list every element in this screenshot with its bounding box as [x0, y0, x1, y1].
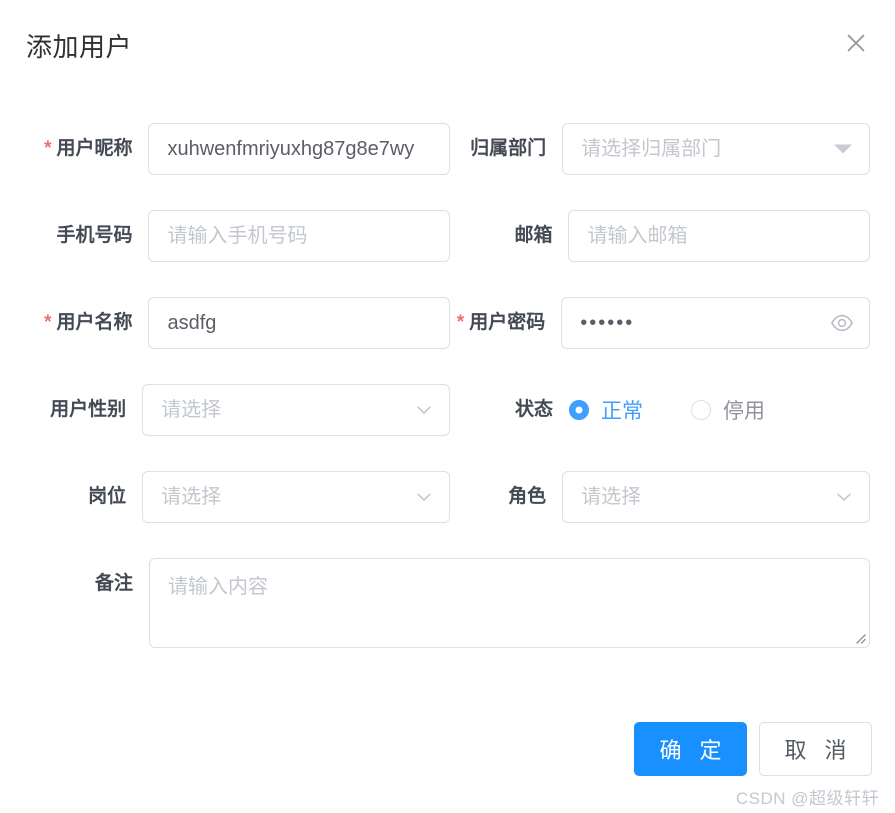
dialog-footer: 确 定 取 消 CSDN @超级轩轩: [0, 710, 895, 813]
field-label-role: 角色: [508, 486, 547, 507]
form-row: 用户性别 状态 正常: [0, 381, 895, 439]
field-status: 状态 正常 停用: [446, 381, 870, 439]
field-label-post: 岗位: [88, 486, 127, 507]
caret-down-icon[interactable]: [834, 144, 852, 154]
user-form: *用户昵称 归属部门 手机号码 邮箱: [0, 90, 895, 710]
control-password: [561, 297, 870, 349]
field-label-nickname: * 用户昵称: [26, 120, 148, 178]
field-label-username: * 用户名称: [26, 294, 148, 352]
form-row: 手机号码 邮箱: [0, 207, 895, 265]
role-select[interactable]: [562, 471, 870, 523]
radio-circle-icon: [569, 400, 589, 420]
cancel-button[interactable]: 取 消: [759, 722, 872, 776]
field-label-email: 邮箱: [514, 225, 553, 246]
field-department: 归属部门: [446, 120, 870, 178]
field-label-phone: 手机号码: [56, 225, 133, 246]
email-input[interactable]: [568, 210, 870, 262]
phone-input[interactable]: [148, 210, 450, 262]
control-nickname: [148, 123, 450, 175]
field-username: * 用户名称: [26, 294, 450, 352]
control-role: [562, 471, 870, 523]
radio-circle-icon: [691, 400, 711, 420]
field-phone: 手机号码: [26, 207, 450, 265]
field-label-department: 归属部门: [470, 138, 547, 159]
field-label-gender: 用户性别: [50, 399, 127, 420]
control-gender: [142, 384, 450, 436]
radio-label: 停用: [723, 400, 765, 423]
chevron-down-icon[interactable]: [412, 398, 436, 422]
control-department: [562, 123, 870, 175]
field-email: 邮箱: [446, 207, 870, 265]
field-nickname: * 用户昵称: [26, 120, 450, 178]
form-row-remark: 备注: [0, 558, 895, 658]
chevron-down-icon[interactable]: [832, 485, 856, 509]
field-label-remark: 备注: [94, 573, 133, 594]
form-row: *用户昵称 归属部门: [0, 120, 895, 178]
nickname-input[interactable]: [148, 123, 450, 175]
eye-icon[interactable]: [830, 311, 854, 335]
radio-status-normal[interactable]: 正常: [569, 395, 643, 425]
radio-label: 正常: [601, 400, 643, 423]
close-button[interactable]: [839, 26, 873, 60]
close-icon: [845, 32, 867, 54]
dialog-header: 添加用户: [0, 0, 895, 90]
gender-select[interactable]: [142, 384, 450, 436]
control-status: 正常 停用: [569, 384, 870, 436]
control-remark: [149, 558, 870, 648]
label-text: 用户密码: [469, 312, 546, 333]
confirm-button[interactable]: 确 定: [634, 722, 747, 776]
watermark: CSDN @超级轩轩: [735, 789, 879, 808]
field-label-status: 状态: [514, 399, 553, 420]
field-post: 岗位: [26, 468, 450, 526]
control-phone: [148, 210, 450, 262]
field-role: 角色: [446, 468, 870, 526]
field-gender: 用户性别: [26, 381, 450, 439]
radio-status-disabled[interactable]: 停用: [691, 395, 765, 425]
control-post: [142, 471, 450, 523]
label-text: 用户昵称: [56, 138, 133, 159]
password-input[interactable]: [561, 297, 870, 349]
required-asterisk: *: [44, 138, 52, 159]
page-title: 添加用户: [26, 32, 133, 62]
post-select[interactable]: [142, 471, 450, 523]
chevron-down-icon[interactable]: [412, 485, 436, 509]
field-password: * 用户密码: [446, 294, 870, 352]
status-radio-group: 正常 停用: [569, 384, 870, 436]
control-username: [148, 297, 450, 349]
field-label-password: * 用户密码: [446, 294, 561, 352]
form-row: *用户名称 *用户密码: [0, 294, 895, 352]
control-email: [568, 210, 870, 262]
field-remark: 备注: [26, 558, 870, 648]
required-asterisk: *: [44, 312, 52, 333]
department-select[interactable]: [562, 123, 870, 175]
required-asterisk: *: [456, 312, 465, 333]
remark-textarea[interactable]: [149, 558, 870, 648]
username-input[interactable]: [148, 297, 450, 349]
add-user-dialog: 添加用户 *用户昵称 归属部门: [0, 0, 895, 813]
label-text: 用户名称: [56, 312, 133, 333]
form-row: 岗位 角色: [0, 468, 895, 526]
